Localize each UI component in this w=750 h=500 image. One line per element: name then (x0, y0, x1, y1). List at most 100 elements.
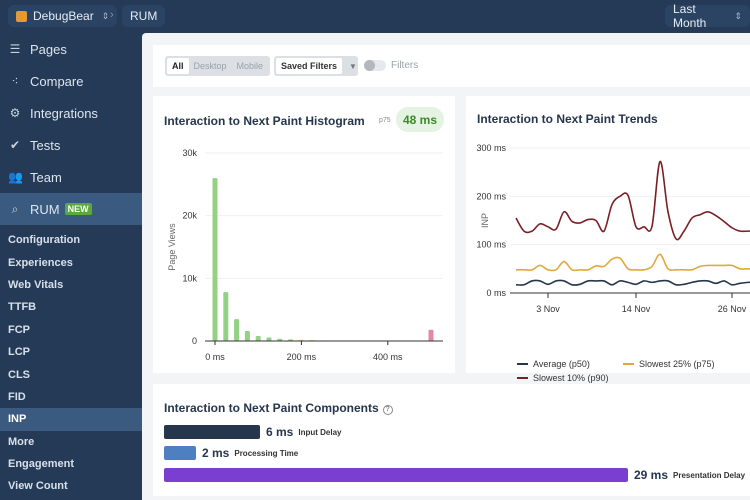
y-tick-label: 10k (182, 273, 197, 283)
legend-swatch (517, 377, 528, 379)
x-tick-label: 26 Nov (718, 304, 747, 314)
new-badge: NEW (64, 203, 92, 215)
sidebar-subitem-fcp[interactable]: FCP (0, 319, 142, 341)
saved-filters-label: Saved Filters (276, 58, 343, 74)
breadcrumb-label: RUM (130, 9, 158, 23)
x-tick-label: 3 Nov (536, 304, 560, 314)
updown-chevron-icon: ⇕ (734, 10, 742, 21)
sidebar-item-label: Team (30, 169, 62, 185)
legend-swatch (623, 363, 634, 365)
sidebar-subitem-experiences[interactable]: Experiences (0, 251, 142, 273)
legend-item-p90[interactable]: Slowest 10% (p90) (517, 373, 609, 383)
sidebar-item-pages[interactable]: ☰ Pages (0, 33, 142, 65)
sidebar-item-compare[interactable]: ⁖ Compare (0, 65, 142, 97)
sidebar-item-label: Integrations (30, 105, 98, 121)
search-chart-icon: ⌕ (11, 201, 19, 216)
project-name: DebugBear (33, 9, 94, 23)
sidebar-subitem-fid[interactable]: FID (0, 386, 142, 408)
legend-item-p75[interactable]: Slowest 25% (p75) (623, 359, 715, 369)
sidebar-subitem-inp[interactable]: INP (0, 408, 142, 431)
component-row-input-delay: 6 ms Input Delay (164, 425, 341, 439)
histogram-chart: 0 10k 20k 30k Page Views 0 ms 200 ms 400 ms (167, 148, 443, 362)
sidebar-subitem-cls[interactable]: CLS (0, 363, 142, 385)
sidebar-subitem-lcp[interactable]: LCP (0, 341, 142, 363)
help-icon[interactable]: ? (382, 405, 393, 415)
legend-item-p50[interactable]: Average (p50) (517, 359, 590, 369)
date-range-label: Last Month (673, 2, 707, 30)
presentation-delay-bar (164, 468, 628, 482)
sidebar-subitem-label: INP (8, 413, 27, 426)
components-title-text: Interaction to Next Paint Components (164, 401, 379, 415)
sidebar-subitem-label: Configuration (8, 234, 81, 247)
sidebar-subitem-web-vitals[interactable]: Web Vitals (0, 274, 142, 296)
sidebar-subitem-label: View Count (8, 480, 68, 493)
input-delay-bar (164, 425, 260, 439)
processing-time-bar (164, 446, 196, 460)
y-axis-label: Page Views (167, 223, 177, 271)
x-tick-label: 14 Nov (622, 304, 651, 314)
y-axis-label: INP (480, 213, 490, 228)
scatter-icon: ⁖ (11, 74, 19, 88)
sidebar-subitem-more[interactable]: More (0, 431, 142, 453)
dropdown-caret-icon: ▼ (349, 61, 357, 71)
sidebar-subitem-view-count[interactable]: View Count (0, 475, 142, 497)
team-icon: 👥 (8, 170, 23, 184)
device-option-mobile[interactable]: Mobile (232, 58, 269, 74)
component-label: Input Delay (298, 427, 342, 437)
y-tick-label: 0 ms (486, 288, 506, 298)
y-tick-label: 300 ms (476, 143, 506, 153)
sidebar-subitem-label: Experiences (8, 256, 73, 269)
x-tick-label: 200 ms (287, 352, 317, 362)
histogram-bar (428, 329, 434, 341)
series-line-p50 (515, 279, 750, 286)
component-row-presentation-delay: 29 ms Presentation Delay (164, 468, 745, 482)
sidebar: ☰ Pages ⁖ Compare ⚙ Integrations ✔ Tests… (0, 33, 142, 500)
sidebar-subitem-label: TTFB (8, 301, 37, 314)
trends-chart: 0 ms 100 ms 200 ms 300 ms INP 3 Nov 14 Nov 26 N… (476, 143, 750, 314)
histogram-bar (212, 178, 218, 341)
device-segmented-control: All Desktop Mobile (165, 56, 271, 76)
saved-filters-dropdown[interactable]: Saved Filters ▼ (274, 56, 358, 76)
sidebar-item-label: Compare (30, 73, 84, 89)
device-option-all[interactable]: All (167, 58, 189, 74)
sidebar-subitem-label: FID (8, 390, 26, 403)
check-circle-icon: ✔ (9, 138, 21, 152)
histogram-bar (244, 330, 250, 341)
sidebar-subitem-engagement[interactable]: Engagement (0, 453, 142, 475)
component-label: Presentation Delay (673, 470, 746, 480)
histogram-bar (255, 335, 261, 341)
histogram-bar (223, 292, 229, 341)
sidebar-item-team[interactable]: 👥 Team (0, 161, 142, 193)
sidebar-item-label: RUM (30, 201, 60, 217)
debugbear-logo-icon (16, 10, 27, 22)
component-value: 2 ms (202, 446, 230, 460)
main-content: All Desktop Mobile Saved Filters ▼ Filte… (142, 33, 750, 500)
device-option-desktop[interactable]: Desktop (189, 58, 232, 74)
sidebar-subitem-ttfb[interactable]: TTFB (0, 296, 142, 318)
project-switcher[interactable]: DebugBear ⇕ (8, 5, 118, 27)
top-bar: DebugBear ⇕ › RUM Last Month ⇕ (0, 0, 750, 33)
sidebar-item-integrations[interactable]: ⚙ Integrations (0, 97, 142, 129)
y-tick-label: 20k (182, 211, 197, 221)
breadcrumb-chevron-icon: › (110, 9, 114, 21)
sidebar-item-tests[interactable]: ✔ Tests (0, 129, 142, 161)
y-tick-label: 0 (192, 336, 197, 346)
x-tick-label: 400 ms (373, 352, 403, 362)
date-range-select[interactable]: Last Month ⇕ (665, 2, 750, 30)
y-tick-label: 200 ms (476, 191, 506, 201)
gears-icon: ⚙ (9, 106, 21, 120)
sidebar-subitem-label: More (8, 435, 35, 448)
sidebar-item-rum[interactable]: ⌕ RUM NEW (0, 193, 142, 225)
components-title: Interaction to Next Paint Components? (164, 401, 393, 415)
y-tick-label: 100 ms (476, 240, 506, 250)
sidebar-subitem-label: Engagement (8, 458, 75, 471)
sidebar-subitem-label: CLS (8, 368, 30, 381)
component-value: 29 ms (634, 468, 669, 482)
sidebar-subitem-configuration[interactable]: Configuration (0, 229, 142, 251)
sidebar-item-label: Tests (30, 137, 61, 153)
filters-toggle[interactable] (364, 60, 386, 71)
breadcrumb-rum[interactable]: RUM (122, 5, 166, 27)
legend-label: Average (p50) (533, 359, 590, 369)
series-line-p90 (515, 160, 750, 241)
y-tick-label: 30k (182, 148, 197, 158)
